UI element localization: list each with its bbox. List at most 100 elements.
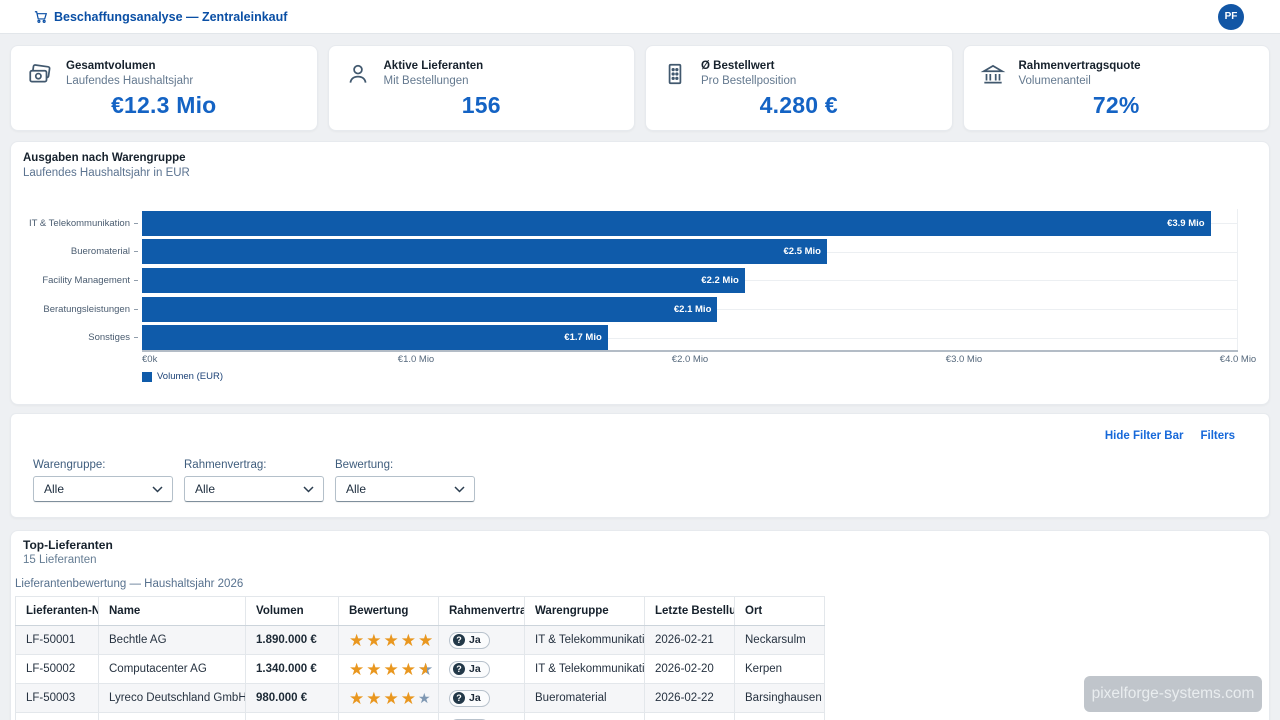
cart-icon — [34, 10, 48, 24]
chart-bar[interactable]: €3.9 Mio — [142, 211, 1211, 236]
chevron-down-icon — [454, 486, 465, 493]
cell-ort: Barsinghausen — [735, 684, 825, 713]
axis-tick-dash — [134, 251, 138, 252]
cell-warengruppe — [525, 713, 645, 720]
app-header: Beschaffungsanalyse — Zentraleinkauf PF — [0, 0, 1280, 34]
column-header: Ort — [735, 597, 825, 626]
chart-bar-track: €2.2 Mio — [142, 266, 1238, 295]
cell-volumen: 980.000 € — [246, 684, 339, 713]
cell-bewertung: ★★★★★ — [339, 684, 439, 713]
cell-name — [99, 713, 246, 720]
column-header: Volumen — [246, 597, 339, 626]
chart-bar-track: €2.1 Mio — [142, 295, 1238, 324]
cell-name: Bechtle AG — [99, 626, 246, 655]
star-full-icon: ★ — [366, 632, 383, 649]
cell-rahmenvertrag: ?Ja — [439, 713, 525, 720]
question-circle-icon: ? — [453, 692, 465, 704]
chevron-down-icon — [152, 486, 163, 493]
chart-bar-value-label: €2.1 Mio — [674, 304, 718, 315]
cell-rahmenvertrag: ? Ja — [439, 655, 525, 684]
person-icon — [345, 61, 371, 87]
chart-category-label: Beratungsleistungen — [11, 304, 130, 315]
chart-legend[interactable]: Volumen (EUR) — [142, 371, 223, 382]
question-circle-icon: ? — [453, 663, 465, 675]
filter-selected-value: Alle — [346, 482, 454, 496]
cell-ort: Neckarsulm — [735, 626, 825, 655]
chart-bar-track: €3.9 Mio — [142, 209, 1238, 238]
star-full-icon: ★ — [384, 690, 401, 707]
chart-bar[interactable]: €2.1 Mio — [142, 297, 717, 322]
hide-filter-bar-link[interactable]: Hide Filter Bar — [1105, 430, 1184, 442]
x-axis-tick-label: €3.0 Mio — [946, 354, 982, 365]
star-full-icon: ★ — [366, 690, 383, 707]
cell-ort — [735, 713, 825, 720]
kpi-subtitle: Laufendes Haushaltsjahr — [66, 75, 193, 87]
cell-bewertung: ★★★★★ — [339, 626, 439, 655]
kpi-card-gesamtvolumen[interactable]: Gesamtvolumen Laufendes Haushaltsjahr €1… — [10, 45, 318, 131]
top-suppliers-panel: Top-Lieferanten 15 Lieferanten Lieferant… — [10, 530, 1270, 720]
table-row[interactable]: LF-50003 Lyreco Deutschland GmbH 980.000… — [16, 684, 825, 713]
filter-label: Rahmenvertrag: — [184, 459, 324, 471]
star-full-icon: ★ — [366, 661, 383, 678]
filter-select[interactable]: Alle — [33, 476, 173, 502]
kpi-subtitle: Pro Bestellposition — [701, 75, 796, 87]
cell-warengruppe: Bueromaterial — [525, 684, 645, 713]
badge-label: Ja — [469, 663, 481, 675]
badge-label: Ja — [469, 634, 481, 646]
user-avatar[interactable]: PF — [1218, 4, 1244, 30]
table-row[interactable]: LF-50002 Computacenter AG 1.340.000 € ★★… — [16, 655, 825, 684]
kpi-value: €12.3 Mio — [27, 92, 301, 119]
cell-rahmenvertrag: ?Ja — [439, 684, 525, 713]
cell-letzte-bestellung — [645, 713, 735, 720]
chart-bar-row: IT & Telekommunikation €3.9 Mio — [11, 209, 1271, 238]
cell-warengruppe: IT & Telekommunikation — [525, 655, 645, 684]
chart-bar[interactable]: €2.5 Mio — [142, 239, 827, 264]
legend-label: Volumen (EUR) — [157, 371, 223, 382]
star-full-icon: ★ — [349, 690, 366, 707]
rahmenvertrag-badge: ? Ja — [449, 632, 490, 649]
cell-letzte-bestellung: 2026-02-22 — [645, 684, 735, 713]
chart-plot-area: IT & Telekommunikation €3.9 Mio Bueromat… — [11, 209, 1271, 352]
filter-select[interactable]: Alle — [184, 476, 324, 502]
chart-bar-row: Beratungsleistungen €2.1 Mio — [11, 295, 1271, 324]
chart-bar-row: Sonstiges €1.7 Mio — [11, 323, 1271, 352]
filters-link[interactable]: Filters — [1200, 430, 1235, 442]
table-row[interactable]: LF-50001 Bechtle AG 1.890.000 € ★★★★★ ?J… — [16, 626, 825, 655]
table-title: Top-Lieferanten — [23, 539, 1265, 552]
chart-bar-track: €2.5 Mio — [142, 238, 1238, 267]
kpi-value: 72% — [980, 92, 1254, 119]
kpi-title: Rahmenvertragsquote — [1019, 60, 1141, 72]
star-full-icon: ★ — [401, 690, 418, 707]
star-rating: ★★★★★ — [349, 690, 433, 707]
cell-volumen — [246, 713, 339, 720]
column-header: Name — [99, 597, 246, 626]
cell-warengruppe: IT & Telekommunikation — [525, 626, 645, 655]
question-circle-icon: ? — [453, 634, 465, 646]
axis-tick-dash — [134, 309, 138, 310]
cell-name: Computacenter AG — [99, 655, 246, 684]
chart-bar[interactable]: €1.7 Mio — [142, 325, 608, 350]
filter-fields: Warengruppe: Alle Rahmenvertrag: Alle Be… — [33, 459, 475, 502]
filter-bar: Hide Filter Bar Filters Warengruppe: All… — [10, 413, 1270, 518]
table-row[interactable]: ★★★★★★ ?Ja — [16, 713, 825, 720]
kpi-card-bestellwert[interactable]: Ø Bestellwert Pro Bestellposition 4.280 … — [645, 45, 953, 131]
kpi-value: 156 — [345, 92, 619, 119]
kpi-card-aktive-lieferanten[interactable]: Aktive Lieferanten Mit Bestellungen 156 — [328, 45, 636, 131]
chart-bar-row: Bueromaterial €2.5 Mio — [11, 238, 1271, 267]
page-title: Beschaffungsanalyse — Zentraleinkauf — [34, 10, 287, 24]
watermark: pixelforge-systems.com — [1084, 676, 1262, 712]
axis-tick-dash — [134, 280, 138, 281]
kpi-value: 4.280 € — [662, 92, 936, 119]
filter-label: Warengruppe: — [33, 459, 173, 471]
cell-lieferanten-nr: LF-50002 — [16, 655, 99, 684]
filter-field: Rahmenvertrag: Alle — [184, 459, 324, 502]
filter-label: Bewertung: — [335, 459, 475, 471]
cell-lieferanten-nr — [16, 713, 99, 720]
filter-select[interactable]: Alle — [335, 476, 475, 502]
kpi-subtitle: Mit Bestellungen — [384, 75, 484, 87]
x-axis-tick-label: €2.0 Mio — [672, 354, 708, 365]
chart-bar[interactable]: €2.2 Mio — [142, 268, 745, 293]
chevron-down-icon — [303, 486, 314, 493]
kpi-card-rahmenvertragsquote[interactable]: Rahmenvertragsquote Volumenanteil 72% — [963, 45, 1271, 131]
filter-field: Warengruppe: Alle — [33, 459, 173, 502]
